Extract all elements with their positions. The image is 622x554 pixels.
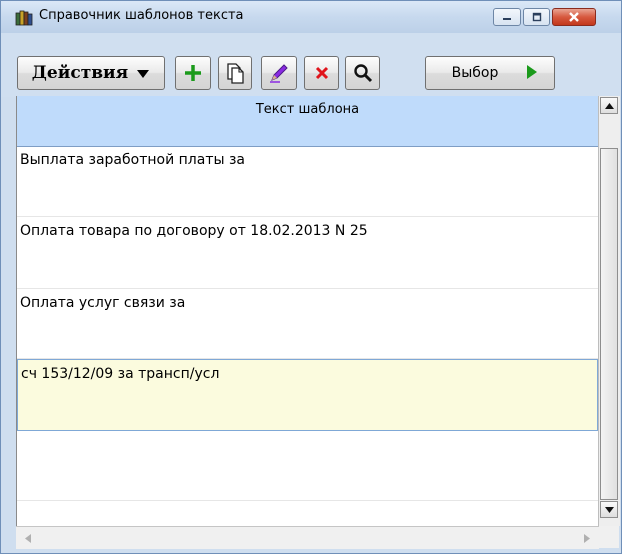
arrow-right-icon xyxy=(584,533,590,543)
maximize-button[interactable] xyxy=(523,8,550,26)
scroll-down-button[interactable] xyxy=(600,501,618,518)
actions-label: Действия xyxy=(31,63,129,83)
vertical-scroll-thumb[interactable] xyxy=(600,148,618,500)
scrollbar-corner xyxy=(599,526,619,548)
table-row[interactable]: Оплата услуг связи за xyxy=(17,289,598,359)
arrow-left-icon xyxy=(25,533,31,543)
search-button[interactable] xyxy=(345,56,380,90)
scroll-left-button[interactable] xyxy=(20,530,36,546)
maximize-icon xyxy=(524,9,549,25)
play-arrow-icon xyxy=(526,64,538,83)
add-button[interactable] xyxy=(175,56,211,90)
actions-menu-button[interactable]: Действия xyxy=(17,56,165,90)
scroll-right-button[interactable] xyxy=(579,530,595,546)
select-label: Выбор xyxy=(451,65,499,81)
minimize-button[interactable] xyxy=(493,8,521,26)
edit-button[interactable] xyxy=(261,56,297,90)
empty-row xyxy=(17,431,598,501)
copy-icon xyxy=(219,57,251,89)
row-text: сч 153/12/09 за трансп/усл xyxy=(21,366,220,382)
table-row[interactable]: Оплата товара по договору от 18.02.2013 … xyxy=(17,217,598,289)
scroll-up-button[interactable] xyxy=(600,97,618,114)
column-header-template-text[interactable]: Текст шаблона xyxy=(17,96,598,147)
search-icon xyxy=(346,57,379,89)
table-row[interactable]: Выплата заработной платы за xyxy=(17,146,598,217)
close-button[interactable] xyxy=(552,8,596,26)
add-icon xyxy=(176,57,210,89)
window-title: Справочник шаблонов текста xyxy=(39,8,244,23)
delete-button[interactable] xyxy=(304,56,339,90)
delete-icon xyxy=(305,57,338,89)
chevron-down-icon xyxy=(136,64,150,83)
close-icon xyxy=(553,9,595,25)
row-text: Оплата услуг связи за xyxy=(20,295,186,311)
minimize-icon xyxy=(494,9,520,25)
copy-button[interactable] xyxy=(218,56,252,90)
select-button[interactable]: Выбор xyxy=(425,56,555,90)
table-row-selected[interactable]: сч 153/12/09 за трансп/усл xyxy=(17,359,598,431)
vertical-scrollbar[interactable] xyxy=(598,96,620,526)
title-bar[interactable]: Справочник шаблонов текста xyxy=(1,1,621,33)
edit-pencil-icon xyxy=(262,57,296,89)
column-header-label: Текст шаблона xyxy=(255,102,360,117)
row-text: Оплата товара по договору от 18.02.2013 … xyxy=(20,223,368,239)
arrow-down-icon xyxy=(604,506,614,513)
templates-grid: Текст шаблона Выплата заработной платы з… xyxy=(16,96,599,526)
books-app-icon xyxy=(15,10,33,26)
horizontal-scrollbar[interactable] xyxy=(16,526,599,549)
row-text: Выплата заработной платы за xyxy=(20,152,245,168)
arrow-up-icon xyxy=(604,102,614,109)
